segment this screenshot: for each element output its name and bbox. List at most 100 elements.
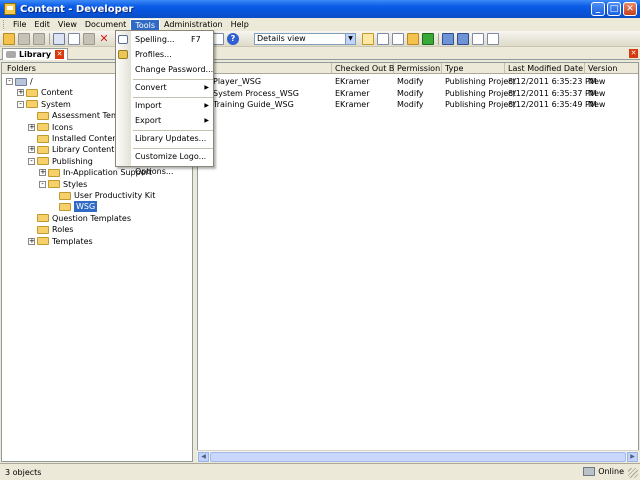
- column-header[interactable]: Checked Out By: [332, 63, 399, 74]
- folder-tree-item[interactable]: Question Templates: [28, 213, 131, 224]
- column-header[interactable]: Permission: [394, 63, 442, 74]
- folder-tree-item[interactable]: + Templates: [28, 236, 93, 247]
- window-title: Content - Developer: [20, 3, 134, 15]
- expand-icon[interactable]: +: [28, 237, 35, 245]
- folder-tree-item[interactable]: WSG: [50, 201, 98, 213]
- window-controls: _ □ ✕: [591, 2, 637, 16]
- refresh-icon[interactable]: [422, 33, 434, 45]
- delete-icon[interactable]: ✕: [98, 33, 110, 45]
- menu-item-export[interactable]: Export ▶: [116, 114, 214, 127]
- menu-item-spelling[interactable]: Spelling... F7: [116, 33, 214, 46]
- check-out-icon[interactable]: [457, 33, 469, 45]
- history-icon[interactable]: [472, 33, 484, 45]
- table-row[interactable]: Player_WSG EKramer Modify Publishing Projec…: [198, 76, 638, 87]
- table-row[interactable]: System Process_WSG EKramer Modify Publishin…: [198, 88, 638, 99]
- folder-tree-item[interactable]: - Styles: [39, 179, 87, 190]
- help-icon[interactable]: ?: [227, 33, 239, 45]
- scroll-left-icon[interactable]: ◀: [198, 452, 209, 462]
- folder-tree-item[interactable]: + Content: [17, 87, 73, 98]
- menu-item-import[interactable]: Import ▶: [116, 99, 214, 112]
- collapse-icon[interactable]: -: [6, 78, 13, 85]
- tab-bar: Library ✕ ✕: [0, 47, 640, 60]
- folder-icon: [48, 180, 60, 189]
- content-list[interactable]: Checked Out By Permission Type Last Modifie…: [197, 62, 639, 462]
- table-cell: 8/12/2011 6:35:23 PM: [508, 77, 597, 86]
- minimize-button[interactable]: _: [591, 2, 605, 16]
- menu-item-options[interactable]: Options...: [116, 165, 214, 178]
- collapse-icon[interactable]: -: [28, 157, 35, 165]
- folder-tree-item[interactable]: + Library Content: [28, 144, 114, 155]
- details-view-icon[interactable]: [362, 33, 374, 45]
- menu-item-customize-logo[interactable]: Customize Logo...: [116, 150, 214, 163]
- resize-grip[interactable]: [628, 468, 638, 478]
- folder-label: Content: [41, 88, 73, 98]
- collapse-icon[interactable]: -: [17, 100, 24, 108]
- folder-tree-item[interactable]: Installed Content: [28, 133, 120, 144]
- expand-icon[interactable]: +: [39, 169, 46, 177]
- expand-icon[interactable]: +: [17, 89, 24, 97]
- folder-tree-item[interactable]: User Productivity Kit: [50, 190, 155, 201]
- split-view-icon[interactable]: [392, 33, 404, 45]
- folder-icon: [37, 237, 49, 246]
- menu-view[interactable]: View: [54, 19, 81, 31]
- folder-label: User Productivity Kit: [74, 191, 156, 200]
- table-cell: Modify: [397, 77, 424, 86]
- folder-tree-item[interactable]: - Publishing: [28, 156, 93, 167]
- paste-icon[interactable]: [83, 32, 95, 45]
- menu-help[interactable]: Help: [227, 19, 253, 31]
- open-icon[interactable]: [18, 32, 30, 45]
- table-row[interactable]: Training Guide_WSG EKramer Modify Publishin…: [198, 99, 638, 110]
- menu-document[interactable]: Document: [81, 19, 130, 31]
- expand-icon[interactable]: +: [28, 146, 35, 154]
- collapse-icon[interactable]: -: [39, 180, 46, 188]
- tab-library[interactable]: Library ✕: [2, 48, 69, 60]
- column-header[interactable]: [198, 63, 332, 74]
- scroll-thumb[interactable]: [210, 452, 626, 462]
- status-bar: 3 objects Online: [0, 463, 640, 480]
- column-header[interactable]: Last Modified Date: [505, 63, 585, 74]
- folder-tree-item[interactable]: - System: [17, 99, 71, 110]
- view-select-value: Details view: [257, 34, 306, 43]
- menu-grip: [3, 20, 6, 29]
- horizontal-scrollbar[interactable]: ◀ ▶: [197, 450, 639, 462]
- menu-item-change-password[interactable]: Change Password...: [116, 63, 214, 76]
- folder-icon: [37, 225, 49, 234]
- column-header[interactable]: Version: [585, 63, 638, 74]
- new-folder-icon[interactable]: [3, 32, 15, 45]
- expand-icon[interactable]: +: [28, 123, 35, 131]
- undo-checkout-icon[interactable]: [487, 33, 499, 45]
- view-select[interactable]: Details view ▼: [254, 33, 356, 45]
- menu-item-label: Convert: [135, 83, 167, 92]
- close-button[interactable]: ✕: [623, 2, 637, 16]
- save-icon[interactable]: [33, 32, 45, 45]
- menu-administration[interactable]: Administration: [160, 19, 227, 31]
- column-header[interactable]: Type: [442, 63, 505, 74]
- folder-up-icon[interactable]: [407, 33, 419, 45]
- cut-icon[interactable]: [53, 32, 65, 45]
- tab-close-icon[interactable]: ✕: [55, 50, 65, 59]
- folder-tree-item[interactable]: Roles: [28, 224, 73, 235]
- folder-tree-item[interactable]: - /: [6, 76, 33, 87]
- menu-edit[interactable]: Edit: [30, 19, 54, 31]
- table-cell: New: [588, 100, 606, 109]
- toolbar: ✕ ? Details view ▼: [0, 31, 640, 47]
- scroll-right-icon[interactable]: ▶: [627, 452, 638, 462]
- title-bar: Content - Developer _ □ ✕: [0, 0, 640, 18]
- menu-item-convert[interactable]: Convert ▶: [116, 81, 214, 94]
- menu-item-library-updates[interactable]: Library Updates...: [116, 132, 214, 145]
- folder-tree-item[interactable]: + Icons: [28, 122, 73, 133]
- pane-close-icon[interactable]: ✕: [629, 49, 638, 58]
- folder-icon: [26, 88, 38, 97]
- menu-file[interactable]: File: [9, 19, 30, 31]
- check-in-icon[interactable]: [442, 33, 454, 45]
- menu-tools[interactable]: Tools: [130, 18, 161, 31]
- maximize-button[interactable]: □: [607, 2, 621, 16]
- copy-icon[interactable]: [68, 32, 80, 45]
- table-cell: EKramer: [335, 100, 370, 109]
- folder-icon: [59, 202, 71, 211]
- chevron-down-icon[interactable]: ▼: [345, 34, 355, 44]
- menu-item-profiles[interactable]: Profiles...: [116, 48, 214, 61]
- submenu-arrow-icon: ▶: [204, 117, 209, 124]
- list-view-icon[interactable]: [377, 33, 389, 45]
